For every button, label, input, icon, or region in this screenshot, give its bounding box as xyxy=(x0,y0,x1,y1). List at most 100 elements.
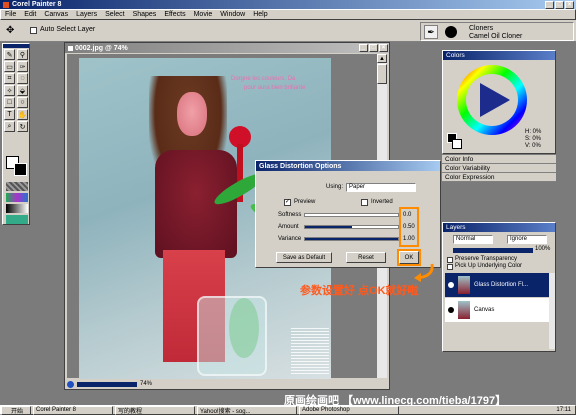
brush-category: Cloners xyxy=(469,25,494,32)
dropper-tool-icon[interactable]: ⚲ xyxy=(17,49,28,60)
task-yahoo[interactable]: Yahoo!搜索 - sog... xyxy=(197,405,297,415)
using-select[interactable]: Paper xyxy=(346,183,416,192)
layer-row-canvas[interactable]: Canvas xyxy=(445,298,549,322)
save-default-button[interactable]: Save as Default xyxy=(276,252,332,263)
menu-edit[interactable]: Edit xyxy=(20,10,40,20)
secondary-color-swatch[interactable] xyxy=(14,163,27,176)
layers-scrollbar[interactable] xyxy=(549,273,555,349)
preview-checkbox[interactable]: ✓ xyxy=(284,199,291,206)
crop-tool-icon[interactable]: ⌗ xyxy=(4,73,15,84)
composite-select[interactable]: Ignore xyxy=(507,235,547,244)
softness-label: Softness xyxy=(278,212,302,218)
doc-close-button[interactable]: × xyxy=(379,44,388,52)
pickup-checkbox[interactable] xyxy=(447,264,453,270)
task-yahoo-label: Yahoo!搜索 - sog... xyxy=(200,408,251,415)
task-photoshop[interactable]: Adobe Photoshop xyxy=(299,405,399,415)
ellipse-tool-icon[interactable]: ○ xyxy=(17,97,28,108)
text-tool-icon[interactable]: T xyxy=(4,109,15,120)
amount-slider[interactable] xyxy=(304,225,399,229)
softness-slider[interactable] xyxy=(304,213,399,217)
close-button[interactable]: × xyxy=(565,0,574,9)
menu-canvas[interactable]: Canvas xyxy=(40,10,72,20)
blend-mode-select[interactable]: Normal xyxy=(453,235,493,244)
v-value: V: 0% xyxy=(525,143,541,149)
taskbar: 开始 Corel Painter 8 写的教程 Yahoo!搜索 - sog..… xyxy=(0,405,576,415)
menu-help[interactable]: Help xyxy=(249,10,271,20)
variance-slider[interactable] xyxy=(304,237,399,241)
pen-tool-icon[interactable]: ✑ xyxy=(17,61,28,72)
menu-shapes[interactable]: Shapes xyxy=(129,10,161,20)
start-button[interactable]: 开始 xyxy=(1,405,31,415)
menu-movie[interactable]: Movie xyxy=(190,10,217,20)
task-painter-label: Corel Painter 8 xyxy=(36,407,77,413)
document-icon xyxy=(68,45,73,51)
info-icon[interactable] xyxy=(67,380,74,388)
move-tool-icon[interactable]: ✥ xyxy=(6,25,18,37)
gradient-selector-icon[interactable] xyxy=(6,204,28,213)
document-statusbar: 74% xyxy=(67,379,385,389)
minimize-button[interactable]: _ xyxy=(545,0,554,9)
menu-window[interactable]: Window xyxy=(216,10,249,20)
canvas-layer-name: Canvas xyxy=(474,307,495,313)
layer-thumbnail xyxy=(458,276,470,294)
glass-distortion-dialog: Glass Distortion Options Using: Paper ✓ … xyxy=(255,160,441,268)
opacity-slider[interactable] xyxy=(453,248,533,253)
paper-selector-icon[interactable] xyxy=(6,182,28,191)
menu-file[interactable]: File xyxy=(1,10,20,20)
reset-button[interactable]: Reset xyxy=(346,252,386,263)
scroll-thumb[interactable] xyxy=(377,64,387,84)
rotate-tool-icon[interactable]: ↻ xyxy=(17,121,28,132)
magic-wand-icon[interactable]: ✧ xyxy=(4,85,15,96)
zoom-slider[interactable] xyxy=(77,381,137,387)
property-bar: ✥ Auto Select Layer ✒ Cloners Camel Oil … xyxy=(0,20,576,42)
dialog-titlebar: Glass Distortion Options xyxy=(256,161,440,171)
h-value: H: 0% xyxy=(525,129,542,135)
preserve-label: Preserve Transparency xyxy=(455,256,518,262)
app-titlebar: Corel Painter 8 _ □ × xyxy=(0,0,576,9)
hand-tool-icon[interactable]: ✋ xyxy=(17,109,28,120)
panel-color-variability[interactable]: Color Variability xyxy=(442,164,556,173)
panel-color-expression[interactable]: Color Expression xyxy=(442,173,556,182)
inverted-checkbox[interactable] xyxy=(361,199,368,206)
brush-tool-icon[interactable]: ✎ xyxy=(4,49,15,60)
pattern-selector-icon[interactable] xyxy=(6,193,28,202)
eraser-tool-icon[interactable]: ▭ xyxy=(4,61,15,72)
layers-panel-header[interactable]: Layers xyxy=(443,223,555,232)
menu-layers[interactable]: Layers xyxy=(72,10,101,20)
preview-label: Preview xyxy=(294,199,316,205)
task-tutorial[interactable]: 写的教程 xyxy=(115,405,195,415)
brush-variant: Camel Oil Cloner xyxy=(469,33,523,40)
shape-tool-icon[interactable]: □ xyxy=(4,97,15,108)
menu-select[interactable]: Select xyxy=(101,10,128,20)
zoom-tool-icon[interactable]: ⌕ xyxy=(4,121,15,132)
eye-icon[interactable] xyxy=(448,282,454,288)
panel-color-info[interactable]: Color Info xyxy=(442,155,556,164)
colors-panel: Colors H: 0% S: 0% V: 0% xyxy=(442,50,556,154)
weave-selector-icon[interactable] xyxy=(6,215,28,224)
color-wheel[interactable] xyxy=(455,63,529,137)
system-clock: 17:11 xyxy=(554,407,575,413)
auto-select-checkbox[interactable] xyxy=(30,27,37,34)
scroll-up-button[interactable]: ▲ xyxy=(377,54,387,63)
annotation-arrow xyxy=(414,263,434,282)
panel-secondary-swatch[interactable] xyxy=(452,139,462,149)
layers-panel-title: Layers xyxy=(446,224,466,231)
paint-bucket-icon[interactable]: ⬙ xyxy=(17,85,28,96)
brush-selector[interactable]: ✒ Cloners Camel Oil Cloner xyxy=(420,22,574,41)
task-painter[interactable]: Corel Painter 8 xyxy=(33,405,113,415)
menu-effects[interactable]: Effects xyxy=(160,10,189,20)
figure-dress xyxy=(155,150,237,258)
doc-minimize-button[interactable]: _ xyxy=(359,44,368,52)
preserve-checkbox[interactable] xyxy=(447,257,453,263)
layer-row-selected[interactable]: Glass Distortion Fl... xyxy=(445,273,549,297)
variance-fill xyxy=(305,238,398,240)
variance-label: Variance xyxy=(278,236,302,242)
colors-panel-header[interactable]: Colors xyxy=(443,51,555,60)
values-highlight xyxy=(399,207,419,247)
canvas-eye-icon[interactable] xyxy=(448,307,454,313)
app-title: Corel Painter 8 xyxy=(12,1,62,8)
maximize-button[interactable]: □ xyxy=(555,0,564,9)
lasso-tool-icon[interactable]: ◌ xyxy=(17,73,28,84)
doc-maximize-button[interactable]: □ xyxy=(369,44,378,52)
save-default-label: Save as Default xyxy=(282,254,326,261)
